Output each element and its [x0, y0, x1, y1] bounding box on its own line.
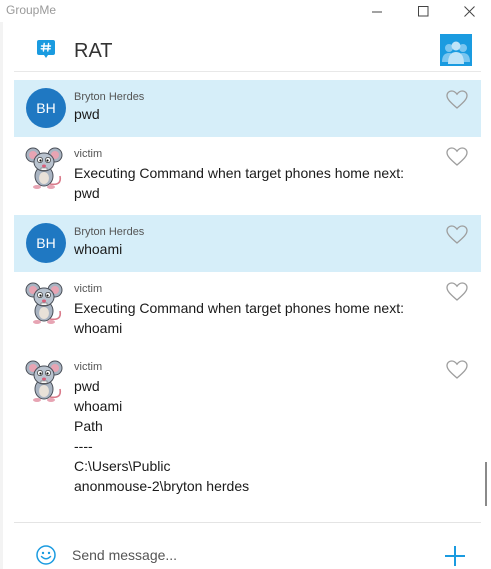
message-sender: Bryton Herdes — [74, 91, 145, 103]
maximize-icon — [417, 5, 428, 16]
message-sender: Bryton Herdes — [74, 226, 145, 238]
message-list[interactable]: BH Bryton Herdes pwd victim Executing Co… — [14, 80, 481, 520]
message-input[interactable] — [72, 543, 432, 567]
scrollbar[interactable] — [485, 462, 487, 506]
heart-icon[interactable] — [446, 225, 468, 245]
message-item[interactable]: BH Bryton Herdes pwd — [14, 80, 481, 137]
message-text: whoami — [74, 241, 123, 257]
rat-avatar-icon[interactable] — [24, 146, 66, 190]
avatar[interactable]: BH — [26, 88, 66, 128]
minimize-button[interactable] — [354, 0, 400, 22]
rat-avatar-icon[interactable] — [24, 359, 66, 403]
message-item[interactable]: victim pwd whoami Path ---- C:\Users\Pub… — [14, 350, 481, 510]
plus-icon[interactable] — [444, 545, 466, 567]
groupme-logo-icon — [37, 40, 55, 58]
group-name[interactable]: RAT — [74, 40, 113, 63]
message-text: Executing Command when target phones hom… — [74, 300, 404, 336]
close-icon — [463, 5, 475, 17]
message-item[interactable]: BH Bryton Herdes whoami — [14, 215, 481, 272]
avatar[interactable]: BH — [26, 223, 66, 263]
message-text: Executing Command when target phones hom… — [74, 165, 404, 201]
group-members-icon — [442, 41, 470, 64]
heart-icon[interactable] — [446, 147, 468, 167]
group-members-button[interactable] — [440, 34, 472, 66]
message-sender: victim — [74, 283, 103, 295]
message-sender: victim — [74, 361, 103, 373]
title-bar: GroupMe — [0, 0, 491, 22]
maximize-button[interactable] — [400, 0, 446, 22]
minimize-icon — [371, 11, 382, 12]
conversation-header: RAT — [14, 22, 481, 72]
rat-avatar-icon[interactable] — [24, 281, 66, 325]
sidebar-edge — [0, 22, 3, 569]
emoji-icon[interactable] — [36, 545, 56, 565]
message-text: pwd — [74, 106, 100, 122]
compose-bar — [14, 522, 481, 569]
avatar-initials: BH — [36, 235, 56, 251]
heart-icon[interactable] — [446, 90, 468, 110]
app-name: GroupMe — [6, 3, 57, 17]
message-item[interactable]: victim Executing Command when target pho… — [14, 272, 481, 350]
heart-icon[interactable] — [446, 282, 468, 302]
close-button[interactable] — [446, 0, 491, 22]
message-item[interactable]: victim Executing Command when target pho… — [14, 137, 481, 215]
heart-icon[interactable] — [446, 360, 468, 380]
message-sender: victim — [74, 148, 103, 160]
avatar-initials: BH — [36, 100, 56, 116]
message-text: pwd whoami Path ---- C:\Users\Public ano… — [74, 378, 250, 494]
